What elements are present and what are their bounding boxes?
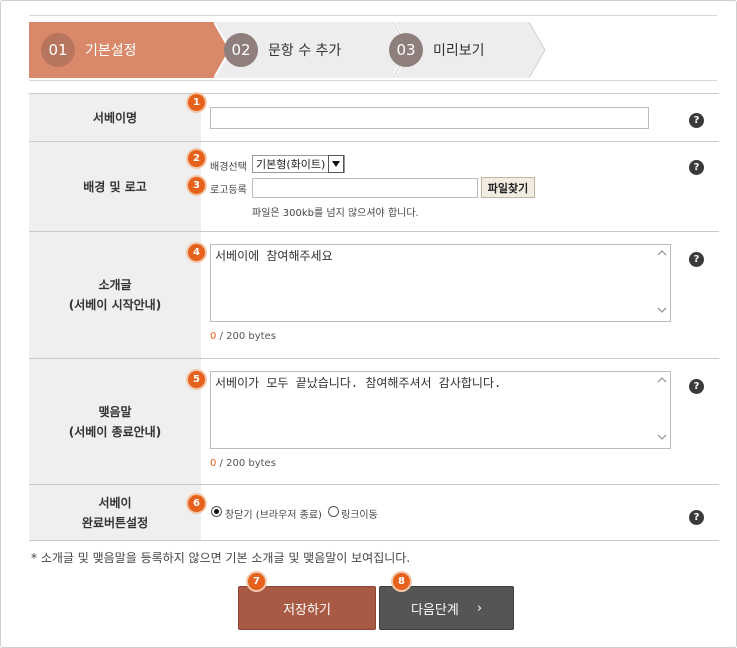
wizard-panel: 01 기본설정 02 문항 수 추가 03 미리보기 서베이명 1 ? 배경 및… <box>0 0 737 648</box>
step-number: 01 <box>41 33 75 67</box>
next-step-button[interactable]: 다음단계 › <box>379 586 514 630</box>
help-icon[interactable]: ? <box>689 160 704 175</box>
survey-title-input[interactable] <box>210 107 649 129</box>
intro-label: 소개글 (서베이 시작안내) <box>29 232 201 358</box>
badge-6: 6 <box>188 495 205 512</box>
closing-row: 맺음말 (서베이 종료안내) 5 서베이가 모두 끝났습니다. 참여해주셔서 감… <box>29 359 719 485</box>
link-move-option-label: 링크이동 <box>341 510 378 521</box>
intro-byte-counter: 0 / 200 bytes <box>210 331 276 342</box>
completion-label-line2: 완료버튼설정 <box>81 515 149 530</box>
completion-button-label: 서베이 완료버튼설정 <box>29 485 201 540</box>
logo-file-input[interactable] <box>252 178 478 198</box>
background-select-value: 기본형(화이트) <box>256 158 326 171</box>
help-icon[interactable]: ? <box>689 113 704 128</box>
step-progress-bar: 01 기본설정 02 문항 수 추가 03 미리보기 <box>29 15 717 81</box>
find-file-button[interactable]: 파일찾기 <box>481 177 535 198</box>
next-step-button-label: 다음단계 <box>410 602 459 618</box>
help-icon[interactable]: ? <box>689 379 704 394</box>
step-add-questions[interactable]: 02 문항 수 추가 <box>214 22 394 78</box>
link-move-radio[interactable] <box>328 506 339 517</box>
badge-3: 3 <box>188 177 205 194</box>
logo-upload-label: 로고등록 <box>210 185 247 196</box>
badge-2: 2 <box>188 150 205 167</box>
step-number: 03 <box>389 33 423 67</box>
save-button[interactable]: 저장하기 <box>238 586 376 630</box>
closing-byte-counter: 0 / 200 bytes <box>210 458 276 469</box>
step-label: 문항 수 추가 <box>268 43 342 59</box>
badge-7: 7 <box>248 573 265 590</box>
closing-textarea[interactable]: 서베이가 모두 끝났습니다. 참여해주셔서 감사합니다. <box>210 371 671 449</box>
settings-form: 서베이명 1 ? 배경 및 로고 2 배경선택 기본형(화이트) ? 3 로고등… <box>29 93 719 541</box>
closing-label-line1: 맺음말 <box>98 404 132 419</box>
badge-4: 4 <box>188 244 205 261</box>
chevron-down-icon[interactable] <box>328 155 344 173</box>
closing-label-line2: (서베이 종료안내) <box>68 424 162 439</box>
step-label: 미리보기 <box>433 43 485 59</box>
help-icon[interactable]: ? <box>689 510 704 525</box>
completion-label-line1: 서베이 <box>98 495 132 510</box>
textarea-scrollbar[interactable] <box>655 373 669 447</box>
file-size-hint: 파일은 300kb를 넘지 않으셔야 합니다. <box>252 208 419 219</box>
intro-label-line2: (서베이 시작안내) <box>68 298 162 312</box>
step-arrow-icon <box>529 22 717 78</box>
background-logo-label: 배경 및 로고 <box>29 142 201 231</box>
help-icon[interactable]: ? <box>689 252 704 267</box>
step-basic-settings[interactable]: 01 기본설정 <box>29 22 214 78</box>
intro-row: 소개글 (서베이 시작안내) 4 서베이에 참여해주세요 ? 0 / 200 b… <box>29 232 719 359</box>
background-select[interactable]: 기본형(화이트) <box>252 155 345 173</box>
background-logo-row: 배경 및 로고 2 배경선택 기본형(화이트) ? 3 로고등록 파일찾기 파일… <box>29 142 719 232</box>
save-button-label: 저장하기 <box>283 602 331 618</box>
textarea-scrollbar[interactable] <box>655 246 669 320</box>
close-window-radio[interactable] <box>211 506 222 517</box>
step-number: 02 <box>224 33 258 67</box>
intro-textarea[interactable]: 서베이에 참여해주세요 <box>210 244 671 322</box>
closing-label: 맺음말 (서베이 종료안내) <box>29 359 201 484</box>
step-label: 기본설정 <box>85 43 137 59</box>
completion-button-row: 서베이 완료버튼설정 6 창닫기 (브라우저 종료) 링크이동 ? <box>29 485 719 541</box>
chevron-right-icon: › <box>476 600 483 616</box>
badge-1: 1 <box>188 94 205 111</box>
intro-label-line1: 소개글 <box>98 278 132 292</box>
badge-8: 8 <box>393 573 410 590</box>
default-text-note: * 소개글 및 맺음말을 등록하지 않으면 기본 소개글 및 맺음말이 보여집니… <box>31 551 411 565</box>
background-select-label: 배경선택 <box>210 162 247 173</box>
badge-5: 5 <box>188 371 205 388</box>
close-window-option-label: 창닫기 (브라우저 종료) <box>225 510 322 521</box>
survey-title-label: 서베이명 <box>29 94 201 141</box>
survey-title-row: 서베이명 1 ? <box>29 94 719 142</box>
